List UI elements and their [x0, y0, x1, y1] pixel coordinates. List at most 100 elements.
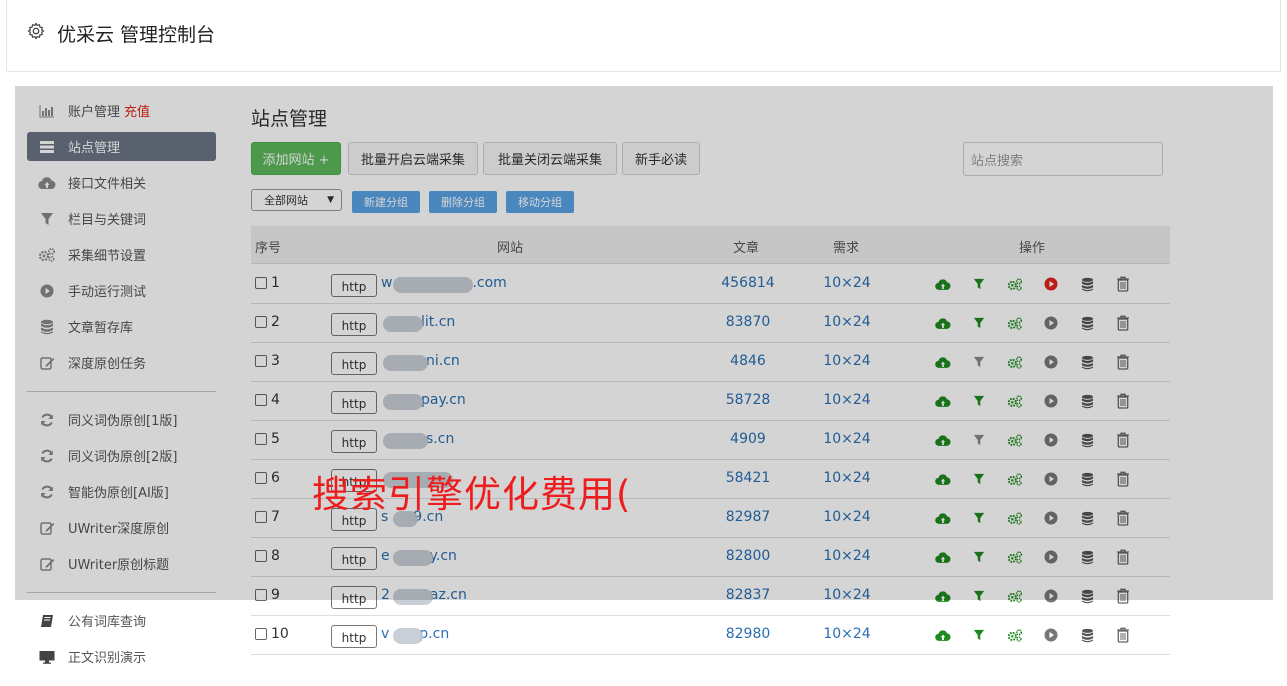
sidebar-item-article-store[interactable]: 文章暂存库 [27, 312, 216, 341]
demand-value[interactable]: 10×24 [817, 548, 877, 564]
play-circle-icon[interactable] [1043, 627, 1059, 643]
gears-icon[interactable] [1007, 393, 1023, 409]
trash-icon[interactable] [1115, 354, 1131, 370]
sidebar-item-deep-original[interactable]: 深度原创任务 [27, 348, 216, 377]
row-checkbox[interactable] [255, 355, 267, 367]
play-circle-icon[interactable] [1043, 393, 1059, 409]
database-icon[interactable] [1079, 432, 1095, 448]
gears-icon[interactable] [1007, 276, 1023, 292]
gears-icon[interactable] [1007, 510, 1023, 526]
sidebar-item-text-recognition[interactable]: 正文识别演示 [27, 642, 216, 671]
play-circle-icon[interactable] [1043, 471, 1059, 487]
filter-icon[interactable] [971, 315, 987, 331]
row-checkbox[interactable] [255, 628, 267, 640]
row-checkbox[interactable] [255, 316, 267, 328]
filter-icon[interactable] [971, 588, 987, 604]
trash-icon[interactable] [1115, 471, 1131, 487]
database-icon[interactable] [1079, 393, 1095, 409]
recharge-link[interactable]: 充值 [124, 101, 150, 120]
filter-icon[interactable] [971, 549, 987, 565]
move-group-button[interactable]: 移动分组 [506, 191, 574, 213]
gears-icon[interactable] [1007, 315, 1023, 331]
article-count[interactable]: 4909 [718, 431, 778, 447]
gears-icon[interactable] [1007, 432, 1023, 448]
new-group-button[interactable]: 新建分组 [352, 191, 420, 213]
cloud-upload-icon[interactable] [935, 588, 951, 604]
sidebar-item-keywords[interactable]: 栏目与关键词 [27, 204, 216, 233]
row-checkbox[interactable] [255, 433, 267, 445]
cloud-upload-icon[interactable] [935, 393, 951, 409]
trash-icon[interactable] [1115, 549, 1131, 565]
cloud-upload-icon[interactable] [935, 315, 951, 331]
trash-icon[interactable] [1115, 432, 1131, 448]
database-icon[interactable] [1079, 627, 1095, 643]
filter-icon[interactable] [971, 432, 987, 448]
batch-open-cloud-button[interactable]: 批量开启云端采集 [348, 142, 478, 175]
filter-icon[interactable] [971, 276, 987, 292]
site-search-input[interactable]: 站点搜索 [963, 142, 1163, 176]
filter-icon[interactable] [971, 627, 987, 643]
add-site-button[interactable]: 添加网站 + [251, 142, 341, 175]
database-icon[interactable] [1079, 510, 1095, 526]
gear-icon[interactable] [27, 22, 45, 40]
sidebar-item-sites[interactable]: 站点管理 [27, 132, 216, 161]
play-circle-icon[interactable] [1043, 276, 1059, 292]
filter-icon[interactable] [971, 393, 987, 409]
cloud-upload-icon[interactable] [935, 471, 951, 487]
batch-close-cloud-button[interactable]: 批量关闭云端采集 [483, 142, 617, 175]
article-count[interactable]: 82987 [718, 509, 778, 525]
cloud-upload-icon[interactable] [935, 432, 951, 448]
cloud-upload-icon[interactable] [935, 549, 951, 565]
row-checkbox[interactable] [255, 394, 267, 406]
row-checkbox[interactable] [255, 511, 267, 523]
play-circle-icon[interactable] [1043, 549, 1059, 565]
gears-icon[interactable] [1007, 588, 1023, 604]
trash-icon[interactable] [1115, 393, 1131, 409]
trash-icon[interactable] [1115, 588, 1131, 604]
demand-value[interactable]: 10×24 [817, 353, 877, 369]
sidebar-item-account[interactable]: 账户管理 充值 [27, 96, 216, 125]
demand-value[interactable]: 10×24 [817, 626, 877, 642]
gears-icon[interactable] [1007, 354, 1023, 370]
trash-icon[interactable] [1115, 315, 1131, 331]
gears-icon[interactable] [1007, 549, 1023, 565]
sidebar-item-synonym-v1[interactable]: 同义词伪原创[1版] [27, 405, 216, 434]
article-count[interactable]: 456814 [718, 275, 778, 291]
demand-value[interactable]: 10×24 [817, 587, 877, 603]
gears-icon[interactable] [1007, 471, 1023, 487]
cloud-upload-icon[interactable] [935, 354, 951, 370]
play-circle-icon[interactable] [1043, 510, 1059, 526]
database-icon[interactable] [1079, 471, 1095, 487]
sidebar-item-manual-test[interactable]: 手动运行测试 [27, 276, 216, 305]
gears-icon[interactable] [1007, 627, 1023, 643]
article-count[interactable]: 58728 [718, 392, 778, 408]
sidebar-item-uwriter-title[interactable]: UWriter原创标题 [27, 549, 216, 578]
play-circle-icon[interactable] [1043, 354, 1059, 370]
filter-icon[interactable] [971, 471, 987, 487]
database-icon[interactable] [1079, 354, 1095, 370]
cloud-upload-icon[interactable] [935, 276, 951, 292]
article-count[interactable]: 82837 [718, 587, 778, 603]
article-count[interactable]: 58421 [718, 470, 778, 486]
row-checkbox[interactable] [255, 277, 267, 289]
database-icon[interactable] [1079, 276, 1095, 292]
row-checkbox[interactable] [255, 589, 267, 601]
demand-value[interactable]: 10×24 [817, 275, 877, 291]
cloud-upload-icon[interactable] [935, 627, 951, 643]
row-checkbox[interactable] [255, 550, 267, 562]
sidebar-item-synonym-v2[interactable]: 同义词伪原创[2版] [27, 441, 216, 470]
database-icon[interactable] [1079, 588, 1095, 604]
article-count[interactable]: 82800 [718, 548, 778, 564]
demand-value[interactable]: 10×24 [817, 392, 877, 408]
play-circle-icon[interactable] [1043, 432, 1059, 448]
filter-icon[interactable] [971, 354, 987, 370]
trash-icon[interactable] [1115, 276, 1131, 292]
sidebar-item-public-lexicon[interactable]: 公有词库查询 [27, 606, 216, 635]
delete-group-button[interactable]: 删除分组 [429, 191, 497, 213]
database-icon[interactable] [1079, 549, 1095, 565]
demand-value[interactable]: 10×24 [817, 509, 877, 525]
demand-value[interactable]: 10×24 [817, 470, 877, 486]
play-circle-icon[interactable] [1043, 315, 1059, 331]
sidebar-item-collect-settings[interactable]: 采集细节设置 [27, 240, 216, 269]
article-count[interactable]: 4846 [718, 353, 778, 369]
